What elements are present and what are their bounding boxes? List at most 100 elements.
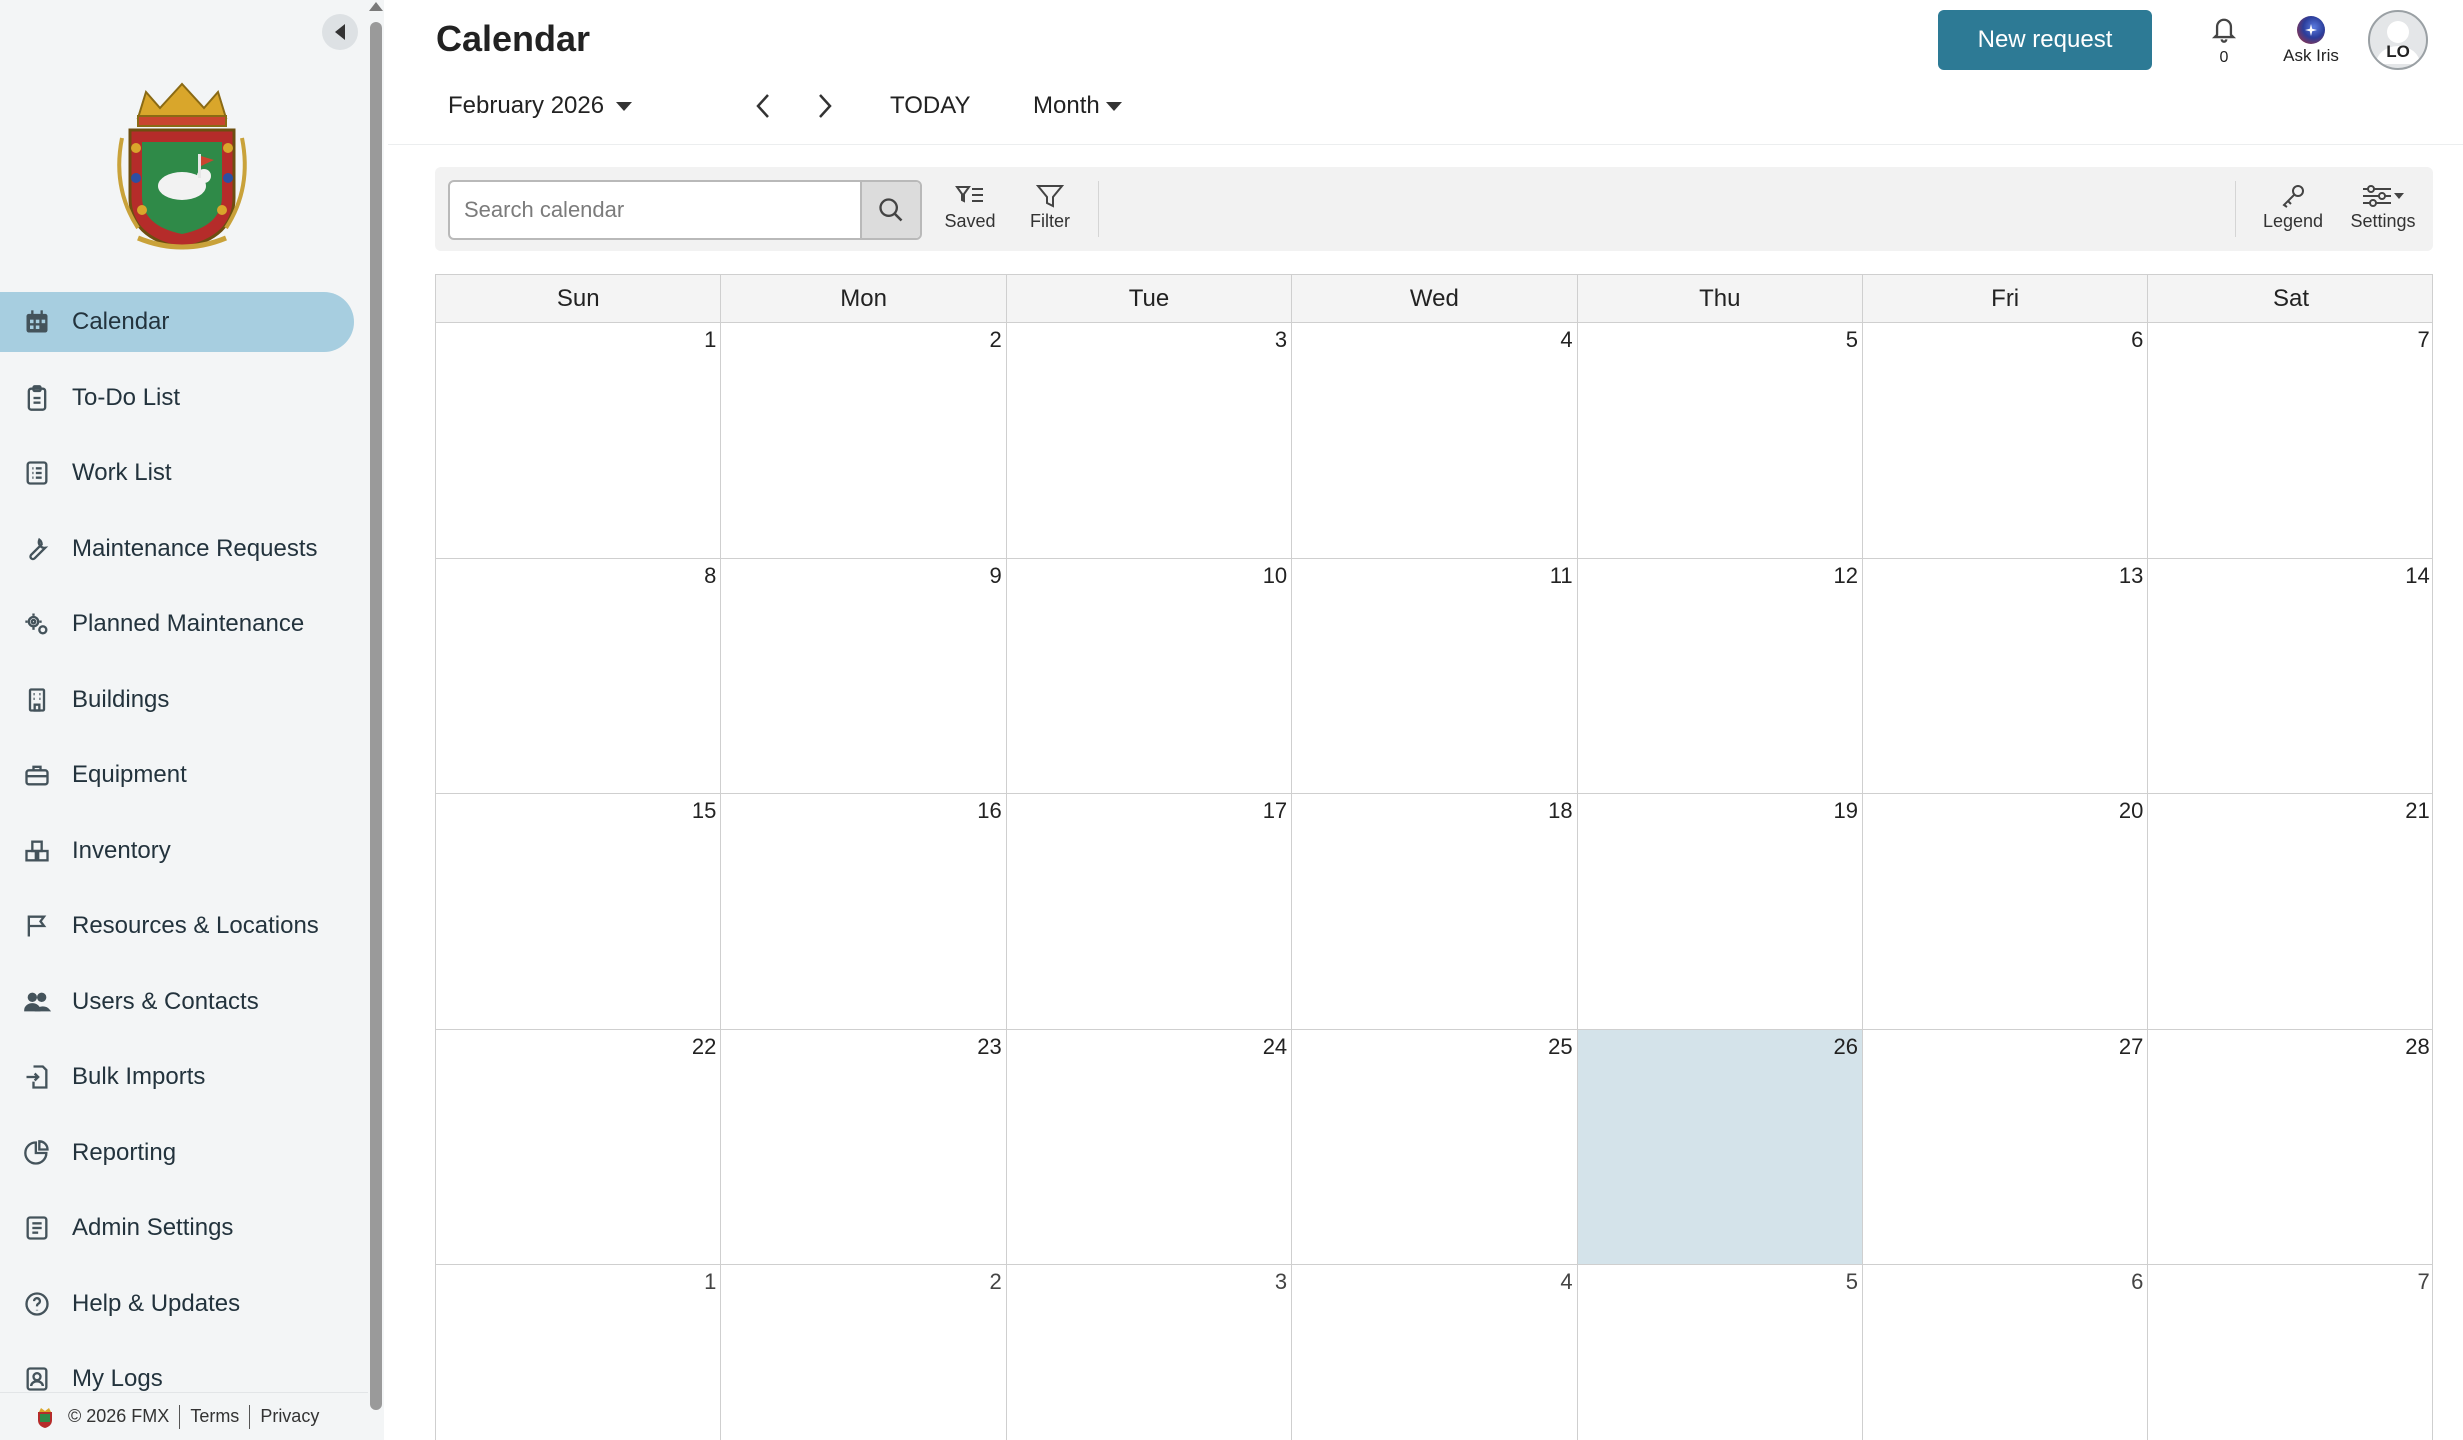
calendar-day-cell[interactable]: 18 (1292, 794, 1578, 1029)
ask-iris-button[interactable]: Ask Iris (2278, 14, 2344, 68)
filter-button[interactable]: Filter (1015, 179, 1085, 239)
calendar-day-cell[interactable]: 17 (1007, 794, 1293, 1029)
calendar-day-cell[interactable]: 2 (721, 323, 1007, 558)
terms-link[interactable]: Terms (190, 1406, 239, 1427)
sidebar-item-reporting[interactable]: Reporting (0, 1123, 354, 1183)
day-number[interactable]: 23 (977, 1034, 1001, 1060)
day-number[interactable]: 2 (990, 327, 1002, 353)
calendar-day-cell[interactable]: 14 (2148, 559, 2432, 794)
calendar-day-cell[interactable]: 28 (2148, 1030, 2432, 1265)
calendar-day-cell[interactable]: 15 (436, 794, 722, 1029)
calendar-day-cell[interactable]: 8 (436, 558, 722, 794)
day-number[interactable]: 25 (1548, 1034, 1572, 1060)
day-number[interactable]: 17 (1263, 798, 1287, 824)
day-number[interactable]: 3 (1275, 327, 1287, 353)
sidebar-item-inventory[interactable]: Inventory (0, 821, 354, 881)
sidebar-item-planned-maintenance[interactable]: Planned Maintenance (0, 594, 354, 654)
day-number[interactable]: 24 (1263, 1034, 1287, 1060)
calendar-day-cell[interactable]: 9 (721, 558, 1007, 794)
day-number[interactable]: 22 (692, 1034, 716, 1060)
calendar-day-cell[interactable]: 23 (721, 1029, 1007, 1265)
calendar-day-cell[interactable]: 1 (436, 323, 722, 558)
calendar-day-cell[interactable]: 3 (1007, 1265, 1293, 1440)
new-request-button[interactable]: New request (1938, 10, 2152, 70)
day-number[interactable]: 7 (2417, 327, 2429, 353)
next-month-button[interactable] (810, 90, 840, 122)
calendar-day-cell[interactable]: 16 (721, 794, 1007, 1029)
day-number[interactable]: 28 (2405, 1034, 2429, 1060)
day-number[interactable]: 6 (2131, 1269, 2143, 1295)
today-button[interactable]: TODAY (890, 92, 970, 120)
day-number[interactable]: 7 (2417, 1269, 2429, 1295)
calendar-day-cell[interactable]: 4 (1292, 1265, 1578, 1440)
day-number[interactable]: 12 (1833, 563, 1857, 589)
day-number[interactable]: 2 (990, 1269, 1002, 1295)
legend-button[interactable]: Legend (2253, 179, 2333, 239)
sidebar-item-maintenance-requests[interactable]: Maintenance Requests (0, 519, 354, 579)
day-number[interactable]: 4 (1560, 1269, 1572, 1295)
calendar-day-cell[interactable]: 6 (1863, 323, 2149, 558)
calendar-day-cell[interactable]: 22 (436, 1029, 722, 1265)
calendar-day-cell[interactable]: 6 (1863, 1265, 2149, 1440)
sidebar-item-work-list[interactable]: Work List (0, 443, 354, 503)
day-number[interactable]: 18 (1548, 798, 1572, 824)
day-number[interactable]: 1 (704, 1269, 716, 1295)
calendar-day-cell[interactable]: 4 (1292, 323, 1578, 558)
calendar-day-cell[interactable]: 5 (1578, 323, 1863, 558)
day-number[interactable]: 26 (1833, 1034, 1857, 1060)
notifications-button[interactable]: 0 (2206, 14, 2242, 66)
sidebar-item-users-contacts[interactable]: Users & Contacts (0, 972, 354, 1032)
day-number[interactable]: 6 (2131, 327, 2143, 353)
calendar-day-cell[interactable]: 12 (1578, 558, 1863, 794)
settings-button[interactable]: Settings (2341, 179, 2425, 239)
day-number[interactable]: 10 (1263, 563, 1287, 589)
day-number[interactable]: 14 (2405, 563, 2429, 589)
day-number[interactable]: 21 (2405, 798, 2429, 824)
day-number[interactable]: 1 (704, 327, 716, 353)
day-number[interactable]: 5 (1846, 327, 1858, 353)
calendar-day-cell-today[interactable]: 26 (1577, 1029, 1863, 1265)
day-number[interactable]: 20 (2119, 798, 2143, 824)
sidebar-item-admin-settings[interactable]: Admin Settings (0, 1198, 354, 1258)
search-input[interactable] (450, 182, 860, 238)
calendar-day-cell[interactable]: 7 (2148, 1265, 2432, 1440)
day-number[interactable]: 4 (1560, 327, 1572, 353)
calendar-day-cell[interactable]: 10 (1007, 558, 1293, 794)
sidebar-item-buildings[interactable]: Buildings (0, 670, 354, 730)
day-number[interactable]: 11 (1550, 563, 1573, 589)
privacy-link[interactable]: Privacy (260, 1406, 319, 1427)
calendar-day-cell[interactable]: 24 (1007, 1029, 1293, 1265)
day-number[interactable]: 8 (704, 563, 716, 589)
view-mode-dropdown[interactable]: Month (1033, 92, 1122, 120)
day-number[interactable]: 19 (1833, 798, 1857, 824)
sidebar-item-help-updates[interactable]: Help & Updates (0, 1274, 354, 1334)
day-number[interactable]: 27 (2119, 1034, 2143, 1060)
sidebar-item-resources-locations[interactable]: Resources & Locations (0, 896, 354, 956)
sidebar-item-equipment[interactable]: Equipment (0, 745, 354, 805)
calendar-day-cell[interactable]: 13 (1863, 558, 2149, 794)
sidebar-item-to-do-list[interactable]: To-Do List (0, 368, 354, 428)
sidebar-item-calendar[interactable]: Calendar (0, 292, 354, 352)
calendar-day-cell[interactable]: 11 (1292, 558, 1578, 794)
day-number[interactable]: 5 (1846, 1269, 1858, 1295)
day-number[interactable]: 16 (977, 798, 1001, 824)
search-button[interactable] (860, 182, 920, 238)
scroll-up-arrow[interactable] (369, 2, 383, 11)
calendar-day-cell[interactable]: 5 (1578, 1265, 1863, 1440)
calendar-day-cell[interactable]: 27 (1863, 1029, 2149, 1265)
calendar-day-cell[interactable]: 19 (1578, 794, 1863, 1029)
calendar-day-cell[interactable]: 1 (436, 1265, 722, 1440)
previous-month-button[interactable] (748, 90, 778, 122)
saved-filters-button[interactable]: Saved (935, 179, 1005, 239)
calendar-day-cell[interactable]: 25 (1292, 1029, 1578, 1265)
sidebar-scrollbar-thumb[interactable] (370, 22, 382, 1410)
calendar-day-cell[interactable]: 2 (721, 1265, 1007, 1440)
day-number[interactable]: 15 (692, 798, 716, 824)
day-number[interactable]: 13 (2119, 563, 2143, 589)
day-number[interactable]: 3 (1275, 1269, 1287, 1295)
day-number[interactable]: 9 (990, 563, 1002, 589)
calendar-day-cell[interactable]: 20 (1863, 794, 2149, 1029)
user-avatar[interactable]: LO (2368, 10, 2428, 70)
calendar-day-cell[interactable]: 21 (2148, 794, 2432, 1029)
calendar-day-cell[interactable]: 7 (2148, 323, 2432, 558)
